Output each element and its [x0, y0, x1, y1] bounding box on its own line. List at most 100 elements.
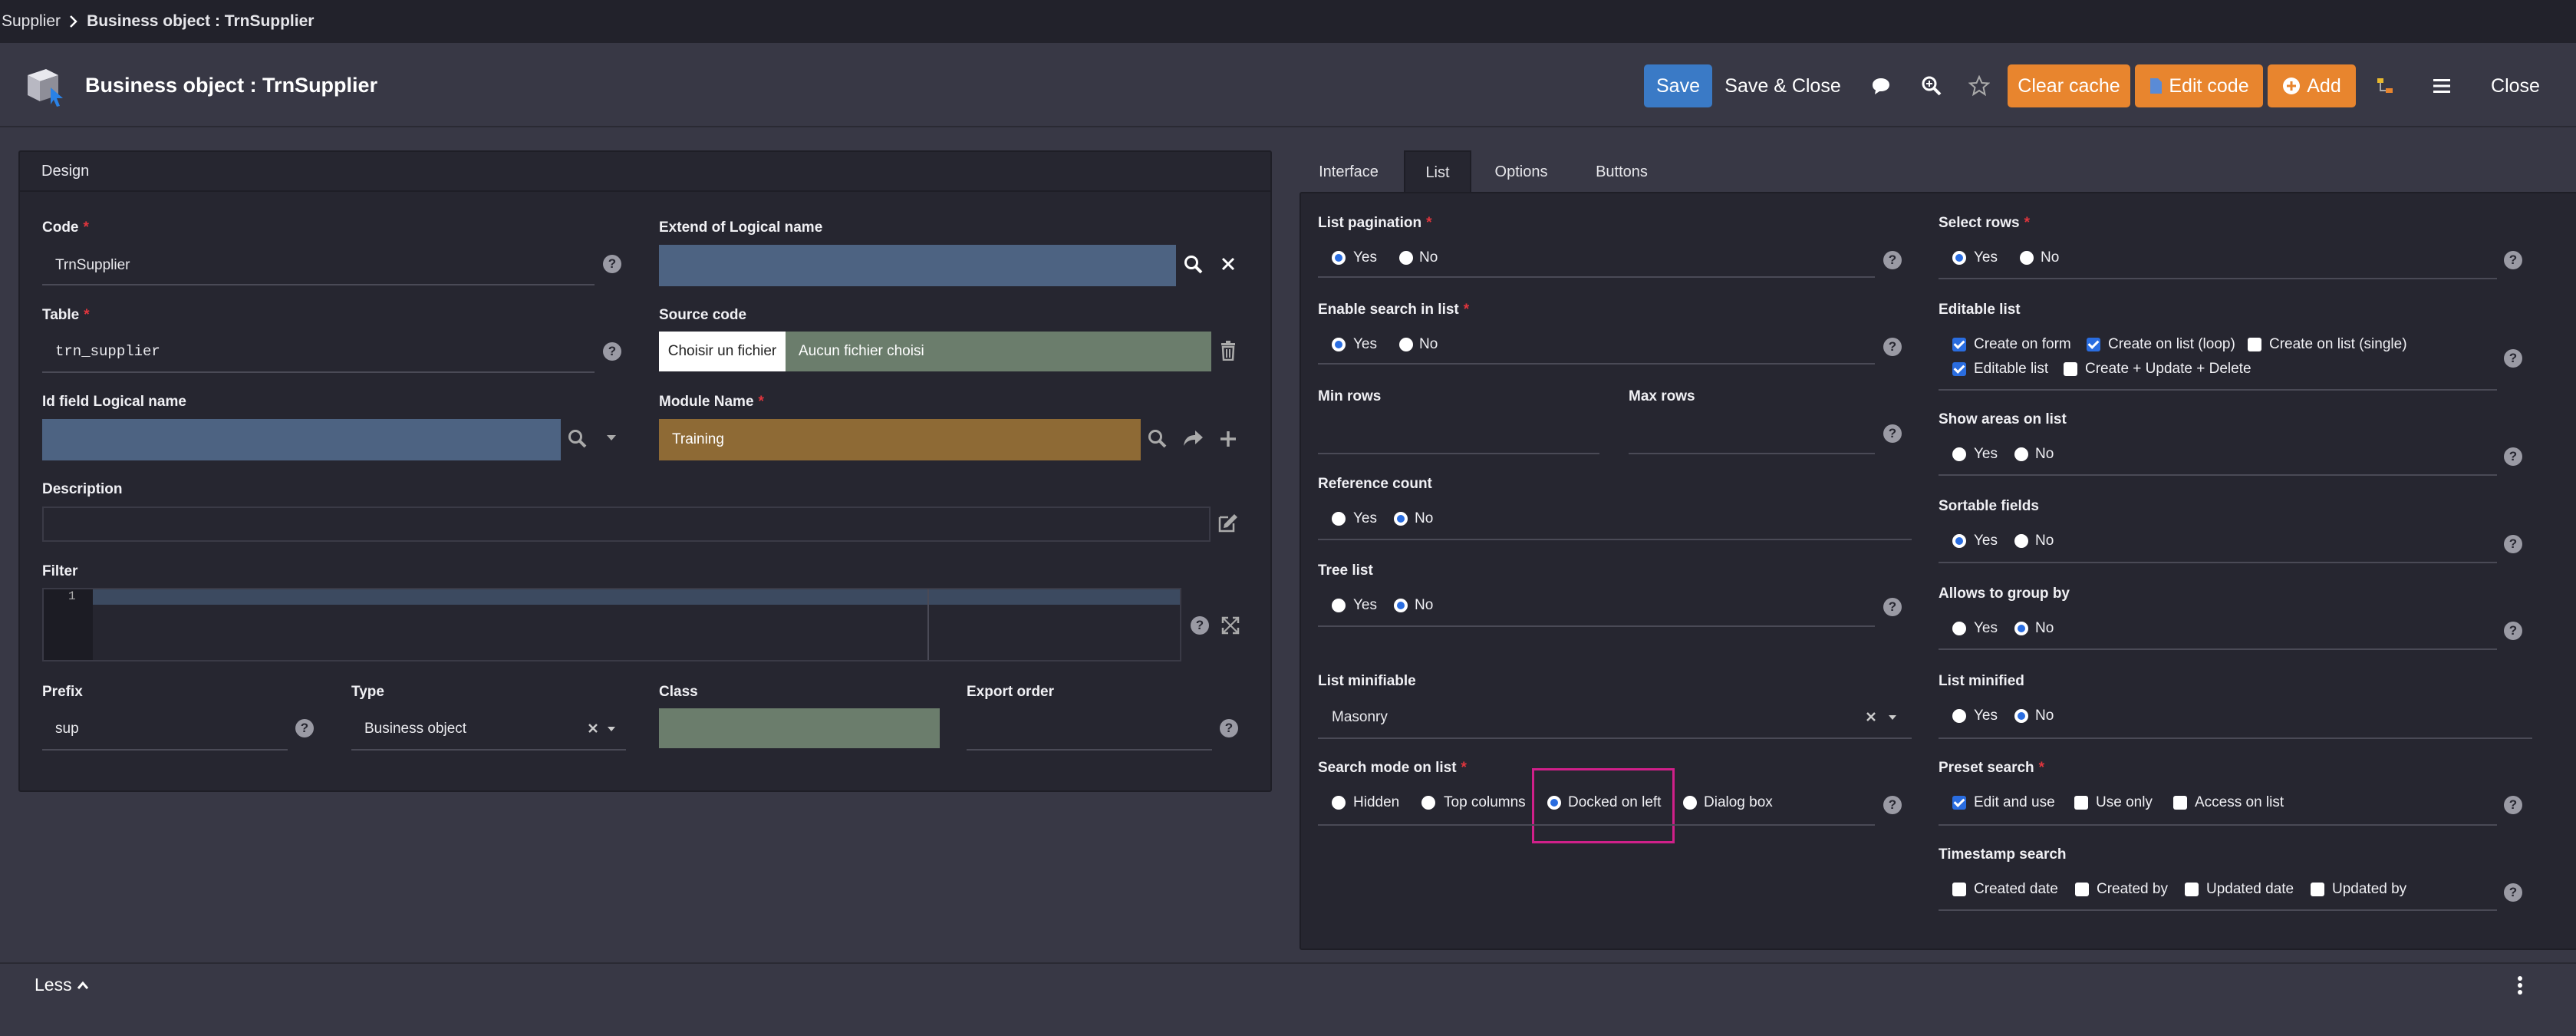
- help-icon[interactable]: ?: [2504, 622, 2522, 640]
- description-input[interactable]: [42, 506, 1211, 542]
- list-minified-no-radio[interactable]: [2014, 709, 2028, 723]
- use-only-checkbox[interactable]: [2074, 796, 2088, 810]
- clear-cache-button[interactable]: Clear cache: [2008, 64, 2130, 107]
- tab-buttons[interactable]: Buttons: [1576, 150, 1668, 193]
- sortable-no-label: No: [2035, 533, 2054, 549]
- enable-search-no-radio[interactable]: [1399, 338, 1413, 351]
- caret-down-icon[interactable]: [1888, 714, 1897, 721]
- create-on-list-loop-checkbox[interactable]: [2087, 338, 2100, 351]
- class-input[interactable]: [659, 708, 940, 748]
- help-icon[interactable]: ?: [1191, 616, 1209, 635]
- add-button[interactable]: Add: [2268, 64, 2356, 107]
- pagination-yes-radio[interactable]: [1332, 251, 1346, 265]
- table-input[interactable]: trn_supplier: [55, 343, 160, 360]
- filter-editor[interactable]: 1: [42, 588, 1181, 662]
- created-date-checkbox[interactable]: [1952, 883, 1966, 896]
- help-icon[interactable]: ?: [2504, 349, 2522, 368]
- zoom-search-icon[interactable]: [1914, 64, 1949, 107]
- tab-interface[interactable]: Interface: [1301, 150, 1396, 193]
- help-icon[interactable]: ?: [1883, 338, 1902, 356]
- help-icon[interactable]: ?: [1883, 251, 1902, 269]
- module-input[interactable]: Training: [659, 419, 1141, 460]
- caret-down-icon[interactable]: [606, 434, 617, 442]
- search-icon[interactable]: [568, 429, 588, 449]
- help-icon[interactable]: ?: [1883, 424, 1902, 443]
- trash-icon[interactable]: [1220, 341, 1237, 361]
- updated-date-checkbox[interactable]: [2185, 883, 2199, 896]
- tab-list[interactable]: List: [1404, 150, 1471, 193]
- prefix-input[interactable]: sup: [55, 721, 79, 737]
- tree-list-yes-radio[interactable]: [1332, 599, 1346, 612]
- sortable-yes-radio[interactable]: [1952, 534, 1966, 548]
- more-vertical-icon[interactable]: [2516, 975, 2524, 996]
- menu-icon[interactable]: [2424, 64, 2459, 107]
- access-on-list-checkbox[interactable]: [2173, 796, 2187, 810]
- reference-count-yes-radio[interactable]: [1332, 512, 1346, 526]
- save-button[interactable]: Save: [1644, 64, 1712, 107]
- enable-search-no-label: No: [1419, 336, 1438, 352]
- search-mode-docked-left-radio[interactable]: [1547, 796, 1561, 810]
- help-icon[interactable]: ?: [1220, 719, 1238, 737]
- group-by-no-radio[interactable]: [2014, 622, 2028, 635]
- edit-and-use-checkbox[interactable]: [1952, 796, 1966, 810]
- help-icon[interactable]: ?: [603, 342, 621, 361]
- help-icon[interactable]: ?: [1883, 796, 1902, 814]
- reference-count-no-radio[interactable]: [1394, 512, 1408, 526]
- search-mode-top-columns-radio[interactable]: [1421, 796, 1435, 810]
- id-field-input[interactable]: [42, 419, 561, 460]
- caret-down-icon[interactable]: [607, 726, 616, 732]
- group-by-yes-radio[interactable]: [1952, 622, 1966, 635]
- editable-list-checkbox[interactable]: [1952, 362, 1966, 376]
- extend-input[interactable]: [659, 245, 1176, 286]
- search-mode-dialog-box-radio[interactable]: [1683, 796, 1697, 810]
- help-icon[interactable]: ?: [2504, 883, 2522, 902]
- show-areas-yes-radio[interactable]: [1952, 447, 1966, 461]
- create-update-delete-checkbox[interactable]: [2064, 362, 2077, 376]
- help-icon[interactable]: ?: [2504, 447, 2522, 466]
- search-icon[interactable]: [1184, 255, 1204, 275]
- select-rows-no-radio[interactable]: [2020, 251, 2034, 265]
- clear-icon[interactable]: [1220, 256, 1236, 272]
- enable-search-yes-label: Yes: [1353, 336, 1377, 352]
- sortable-no-radio[interactable]: [2014, 534, 2028, 548]
- close-button[interactable]: Close: [2481, 64, 2550, 107]
- create-on-list-single-checkbox[interactable]: [2248, 338, 2261, 351]
- edit-icon[interactable]: [1217, 513, 1239, 533]
- pagination-no-radio[interactable]: [1399, 251, 1413, 265]
- create-on-form-checkbox[interactable]: [1952, 338, 1966, 351]
- tab-options[interactable]: Options: [1475, 150, 1567, 193]
- select-rows-yes-radio[interactable]: [1952, 251, 1966, 265]
- clear-icon[interactable]: [1866, 711, 1876, 722]
- comment-icon[interactable]: [1863, 64, 1899, 107]
- help-icon[interactable]: ?: [2504, 796, 2522, 814]
- hierarchy-icon[interactable]: [2367, 64, 2403, 107]
- page-title: Business object : TrnSupplier: [85, 74, 378, 97]
- help-icon[interactable]: ?: [295, 719, 314, 737]
- created-by-checkbox[interactable]: [2075, 883, 2089, 896]
- clear-icon[interactable]: [588, 723, 598, 734]
- star-icon[interactable]: [1962, 64, 1997, 107]
- show-areas-no-radio[interactable]: [2014, 447, 2028, 461]
- type-select[interactable]: Business object: [364, 721, 466, 737]
- search-mode-hidden-radio[interactable]: [1332, 796, 1346, 810]
- tree-list-no-radio[interactable]: [1394, 599, 1408, 612]
- updated-by-checkbox[interactable]: [2311, 883, 2324, 896]
- less-toggle[interactable]: Less: [35, 975, 89, 995]
- breadcrumb-parent[interactable]: Supplier: [2, 12, 61, 31]
- expand-icon[interactable]: [1221, 616, 1240, 635]
- plus-icon[interactable]: [1219, 430, 1237, 448]
- enable-search-yes-radio[interactable]: [1332, 338, 1346, 351]
- save-close-button[interactable]: Save & Close: [1721, 64, 1844, 107]
- list-minified-yes-radio[interactable]: [1952, 709, 1966, 723]
- edit-code-button[interactable]: Edit code: [2135, 64, 2263, 107]
- show-areas-yes-label: Yes: [1974, 446, 1998, 462]
- help-icon[interactable]: ?: [603, 255, 621, 273]
- share-icon[interactable]: [1182, 429, 1204, 447]
- code-input[interactable]: TrnSupplier: [55, 257, 130, 274]
- list-minifiable-select[interactable]: Masonry: [1332, 709, 1388, 726]
- help-icon[interactable]: ?: [1883, 598, 1902, 616]
- search-icon[interactable]: [1148, 429, 1168, 449]
- choose-file-button[interactable]: Choisir un fichier: [659, 332, 786, 371]
- help-icon[interactable]: ?: [2504, 535, 2522, 553]
- help-icon[interactable]: ?: [2504, 251, 2522, 269]
